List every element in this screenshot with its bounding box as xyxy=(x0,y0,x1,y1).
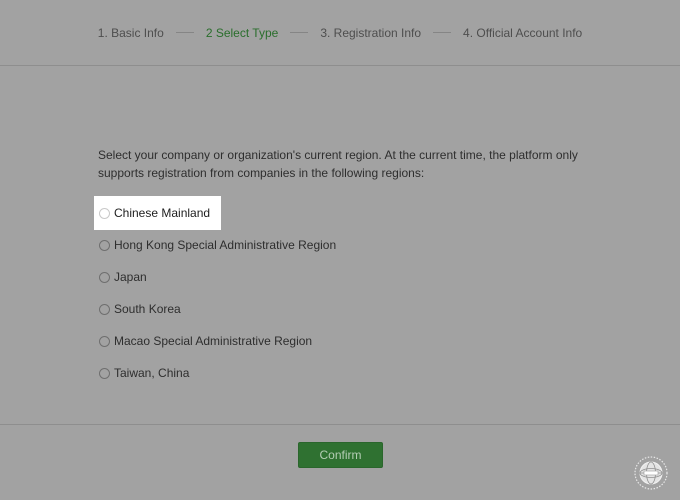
radio-button[interactable] xyxy=(99,207,110,219)
radio-button[interactable] xyxy=(99,335,110,347)
radio-button[interactable] xyxy=(99,303,110,315)
region-option-label: Hong Kong Special Administrative Region xyxy=(114,238,337,252)
confirm-button[interactable]: Confirm xyxy=(298,442,383,468)
region-option-south-korea[interactable]: South Korea xyxy=(94,293,514,325)
registration-stepper: 1. Basic Info 2 Select Type 3. Registrat… xyxy=(0,0,680,66)
radio-button[interactable] xyxy=(99,271,110,283)
region-option-label: South Korea xyxy=(114,302,181,316)
region-radio-group: Chinese Mainland Hong Kong Special Admin… xyxy=(94,196,514,389)
step-select-type: 2 Select Type xyxy=(205,25,279,40)
region-option-taiwan[interactable]: Taiwan, China xyxy=(94,357,514,389)
region-section: Select your company or organization's cu… xyxy=(98,146,598,182)
region-option-japan[interactable]: Japan xyxy=(94,261,514,293)
region-option-label: Macao Special Administrative Region xyxy=(114,334,313,348)
step-divider xyxy=(290,32,309,33)
footer-bar: Confirm xyxy=(0,424,680,500)
region-option-macao[interactable]: Macao Special Administrative Region xyxy=(94,325,514,357)
step-basic-info: 1. Basic Info xyxy=(97,25,164,40)
radio-button[interactable] xyxy=(99,239,110,251)
region-option-hong-kong[interactable]: Hong Kong Special Administrative Region xyxy=(94,229,514,261)
region-option-chinese-mainland[interactable]: Chinese Mainland xyxy=(94,196,221,230)
region-instructions: Select your company or organization's cu… xyxy=(98,148,578,180)
region-option-label: Taiwan, China xyxy=(114,366,190,380)
globe-seal-icon xyxy=(634,456,668,490)
page: 1. Basic Info 2 Select Type 3. Registrat… xyxy=(0,0,680,500)
step-divider xyxy=(433,32,452,33)
radio-button[interactable] xyxy=(99,367,110,379)
region-option-label: Chinese Mainland xyxy=(114,206,211,220)
region-option-label: Japan xyxy=(114,270,147,284)
step-divider xyxy=(175,32,194,33)
step-registration-info: 3. Registration Info xyxy=(320,25,422,40)
step-official-account-info: 4. Official Account Info xyxy=(463,25,583,40)
